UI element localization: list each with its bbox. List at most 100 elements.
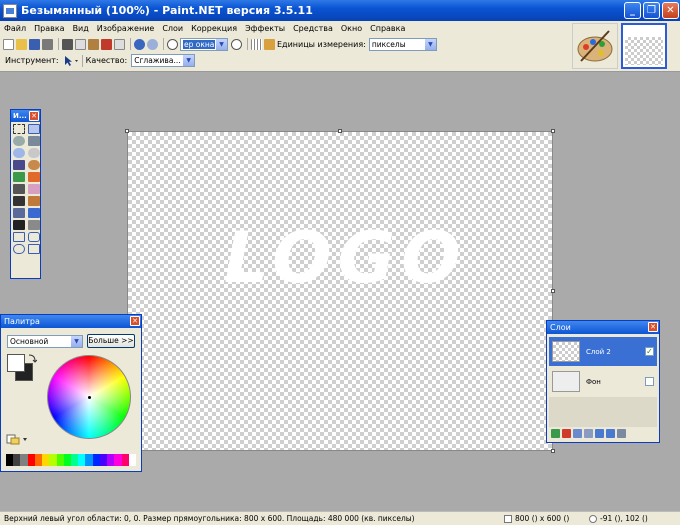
menu-image[interactable]: Изображение [97, 24, 155, 33]
open-icon[interactable] [16, 38, 27, 50]
pointer-tool-icon[interactable] [63, 55, 79, 67]
zoom-combobox[interactable]: ер окна ▼ [180, 37, 228, 51]
menu-help[interactable]: Справка [370, 24, 405, 33]
magic-wand-icon[interactable] [13, 160, 25, 170]
palette-swatch[interactable] [92, 454, 100, 466]
menu-edit[interactable]: Правка [34, 24, 64, 33]
menu-adjustments[interactable]: Коррекция [191, 24, 237, 33]
move-layer-up-icon[interactable] [595, 429, 604, 438]
palette-swatch[interactable] [78, 454, 86, 466]
print-icon[interactable] [42, 38, 53, 50]
quality-combobox[interactable]: Сглажива... ▼ [131, 54, 196, 67]
current-image-thumbnail[interactable] [621, 23, 667, 69]
zoom-tool-icon[interactable] [28, 148, 40, 158]
grid-icon[interactable] [251, 38, 262, 50]
layer-row[interactable]: Слой 2 ✓ [549, 337, 657, 366]
pan-tool-icon[interactable] [28, 160, 40, 170]
palette-swatch[interactable] [20, 454, 28, 466]
paste-icon[interactable] [88, 38, 99, 50]
layers-close-icon[interactable]: ✕ [648, 322, 658, 332]
layer-visibility-checkbox[interactable]: ✓ [645, 347, 654, 356]
units-combobox[interactable]: пикселы ▼ [368, 37, 437, 51]
duplicate-layer-icon[interactable] [573, 429, 582, 438]
zoom-in-icon[interactable] [231, 38, 242, 50]
add-layer-icon[interactable] [551, 429, 560, 438]
clone-stamp-icon[interactable] [13, 208, 25, 218]
palette-window-caption[interactable]: Палитра ✕ [1, 315, 141, 328]
palette-swatch[interactable] [114, 454, 122, 466]
palette-color-strip[interactable] [6, 454, 136, 466]
maximize-button[interactable]: ❐ [643, 2, 660, 19]
close-button[interactable]: ✕ [662, 2, 679, 19]
save-icon[interactable] [29, 38, 40, 50]
minimize-button[interactable]: _ [624, 2, 641, 19]
color-picker-icon[interactable] [28, 196, 40, 206]
palette-swatch[interactable] [34, 454, 43, 466]
palette-swatch[interactable] [107, 454, 115, 466]
zoom-icon[interactable] [167, 38, 178, 50]
palette-swatch[interactable] [99, 454, 108, 466]
palette-swatch[interactable] [128, 454, 136, 466]
move-selected-icon[interactable] [28, 136, 40, 146]
merge-layer-icon[interactable] [584, 429, 593, 438]
rulers-icon[interactable] [264, 38, 275, 50]
menu-window[interactable]: Окно [341, 24, 362, 33]
menu-effects[interactable]: Эффекты [245, 24, 285, 33]
move-selection-icon[interactable] [28, 124, 40, 134]
palette-swatch[interactable] [63, 454, 71, 466]
new-icon[interactable] [3, 38, 14, 50]
layer-properties-icon[interactable] [617, 429, 626, 438]
rectangle-select-icon[interactable] [13, 124, 25, 134]
pencil-icon[interactable] [13, 196, 25, 206]
menu-view[interactable]: Вид [73, 24, 89, 33]
more-button[interactable]: Больше >> [87, 334, 135, 348]
redo-icon[interactable] [147, 38, 158, 50]
cut-icon[interactable] [62, 38, 73, 50]
palette-swatch[interactable] [13, 454, 21, 466]
palette-swatch[interactable] [121, 454, 129, 466]
palette-swatch[interactable] [42, 454, 50, 466]
palette-swatch[interactable] [56, 454, 64, 466]
layer-visibility-checkbox[interactable] [645, 377, 654, 386]
canvas-resize-handle[interactable] [338, 129, 342, 133]
ellipse-select-icon[interactable] [13, 148, 25, 158]
line-tool-icon[interactable] [28, 220, 40, 230]
palette-swatch[interactable] [49, 454, 57, 466]
rectangle-tool-icon[interactable] [13, 232, 25, 242]
image-canvas[interactable]: LOGO [127, 131, 553, 451]
palette-swatch[interactable] [70, 454, 79, 466]
paint-bucket-icon[interactable] [13, 172, 25, 182]
tools-window-caption[interactable]: И... ✕ [11, 110, 40, 122]
menu-utilities[interactable]: Средства [293, 24, 333, 33]
swap-colors-icon[interactable] [27, 353, 37, 363]
color-wheel[interactable] [47, 355, 131, 439]
gradient-icon[interactable] [28, 172, 40, 182]
layer-row[interactable]: Фон [549, 367, 657, 396]
menu-layers[interactable]: Слои [162, 24, 183, 33]
palette-swatch[interactable] [85, 454, 93, 466]
canvas-resize-handle[interactable] [125, 129, 129, 133]
deselect-icon[interactable] [114, 38, 125, 50]
ellipse-tool-icon[interactable] [13, 244, 25, 254]
tools-close-icon[interactable]: ✕ [29, 111, 39, 121]
eraser-icon[interactable] [28, 184, 40, 194]
canvas-resize-handle[interactable] [551, 129, 555, 133]
lasso-select-icon[interactable] [13, 136, 25, 146]
paintbrush-icon[interactable] [13, 184, 25, 194]
primary-color-swatch[interactable] [7, 354, 25, 372]
delete-layer-icon[interactable] [562, 429, 571, 438]
palette-options-icon[interactable] [6, 433, 36, 445]
palette-close-icon[interactable]: ✕ [130, 316, 140, 326]
move-layer-down-icon[interactable] [606, 429, 615, 438]
menu-file[interactable]: Файл [4, 24, 26, 33]
image-thumbnail-icon[interactable] [572, 23, 618, 69]
palette-mode-combobox[interactable]: Основной ▼ [7, 335, 83, 348]
canvas-resize-handle[interactable] [551, 289, 555, 293]
layers-window-caption[interactable]: Слои ✕ [547, 321, 659, 334]
palette-swatch[interactable] [27, 454, 35, 466]
copy-icon[interactable] [75, 38, 86, 50]
crop-icon[interactable] [101, 38, 112, 50]
palette-swatch[interactable] [6, 454, 14, 466]
text-tool-icon[interactable] [13, 220, 25, 230]
canvas-resize-handle[interactable] [551, 449, 555, 453]
